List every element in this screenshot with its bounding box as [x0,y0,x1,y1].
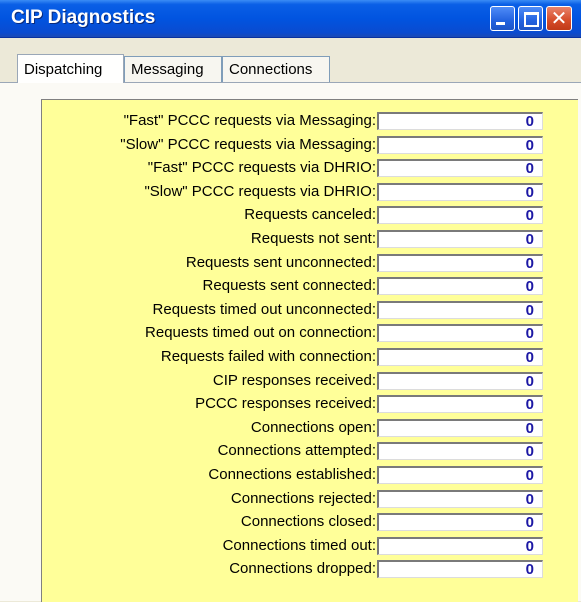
diagnostic-row: Requests timed out unconnected: 0 [42,301,578,319]
diagnostic-row: "Slow" PCCC requests via Messaging: 0 [42,136,578,154]
row-value-field[interactable]: 0 [377,159,543,177]
row-value-field[interactable]: 0 [377,537,543,555]
row-label-wrap: Requests timed out on connection: [42,324,376,342]
tab-label: Dispatching [24,61,103,78]
diagnostic-row: Connections open: 0 [42,419,578,437]
row-label-wrap: "Fast" PCCC requests via Messaging: [42,112,376,130]
row-label-wrap: "Slow" PCCC requests via Messaging: [42,136,376,154]
row-value-field[interactable]: 0 [377,206,543,224]
row-label-wrap: Requests timed out unconnected: [42,301,376,319]
row-label: "Slow" PCCC requests via DHRIO: [144,183,376,200]
row-value-field[interactable]: 0 [377,183,543,201]
row-value-field[interactable]: 0 [377,112,543,130]
diagnostic-row: Connections attempted: 0 [42,442,578,460]
row-label-wrap: Requests sent unconnected: [42,254,376,272]
row-label: CIP responses received: [212,372,376,389]
window-title: CIP Diagnostics [11,7,156,28]
diagnostic-row: Requests sent unconnected: 0 [42,254,578,272]
row-label: Connections attempted: [217,442,376,459]
close-icon: ✕ [550,6,568,30]
row-label: Connections closed: [240,513,376,530]
row-value-field[interactable]: 0 [377,301,543,319]
row-value-field[interactable]: 0 [377,277,543,295]
row-value-field[interactable]: 0 [377,324,543,342]
row-value-field[interactable]: 0 [377,419,543,437]
row-label: Connections open: [250,419,376,436]
row-label: Connections rejected: [230,490,376,507]
row-value-field[interactable]: 0 [377,513,543,531]
row-label-wrap: "Slow" PCCC requests via DHRIO: [42,183,376,201]
tab-connections[interactable]: Connections [222,56,330,82]
row-label: PCCC responses received: [195,395,376,412]
row-value-field[interactable]: 0 [377,254,543,272]
tab-label: Messaging [131,61,204,78]
row-label: Requests not sent: [250,230,376,247]
row-label: Connections timed out: [222,537,376,554]
row-value-field[interactable]: 0 [377,372,543,390]
row-value-field[interactable]: 0 [377,230,543,248]
diagnostics-panel: "Fast" PCCC requests via Messaging: 0 "Slo… [41,99,578,602]
row-label: Requests canceled: [244,206,376,223]
row-label-wrap: Connections established: [42,466,376,484]
diagnostic-row: PCCC responses received: 0 [42,395,578,413]
row-label: Requests timed out on connection: [145,324,376,341]
diagnostic-row: "Fast" PCCC requests via DHRIO: 0 [42,159,578,177]
row-label: Connections established: [208,466,376,483]
title-bar[interactable]: CIP Diagnostics ✕ [0,0,581,38]
diagnostic-row: CIP responses received: 0 [42,372,578,390]
row-label: Requests sent unconnected: [185,254,376,271]
diagnostic-row: Requests sent connected: 0 [42,277,578,295]
diagnostic-row: "Fast" PCCC requests via Messaging: 0 [42,112,578,130]
row-value-field[interactable]: 0 [377,490,543,508]
row-label-wrap: Connections open: [42,419,376,437]
row-value-field[interactable]: 0 [377,136,543,154]
diagnostic-row: Connections dropped: 0 [42,560,578,578]
row-label: Requests failed with connection: [160,348,376,365]
tab-panel: "Fast" PCCC requests via Messaging: 0 "Slo… [0,82,581,602]
row-label-wrap: PCCC responses received: [42,395,376,413]
tab-label: Connections [229,61,313,78]
row-label: Connections dropped: [229,560,376,577]
row-value-field[interactable]: 0 [377,348,543,366]
row-label-wrap: CIP responses received: [42,372,376,390]
diagnostic-row: Requests timed out on connection: 0 [42,324,578,342]
row-label-wrap: "Fast" PCCC requests via DHRIO: [42,159,376,177]
diagnostic-row: "Slow" PCCC requests via DHRIO: 0 [42,183,578,201]
row-label-wrap: Requests failed with connection: [42,348,376,366]
diagnostic-row: Connections timed out: 0 [42,537,578,555]
row-value-field[interactable]: 0 [377,560,543,578]
row-label-wrap: Connections dropped: [42,560,376,578]
row-label-wrap: Connections closed: [42,513,376,531]
row-label-wrap: Connections attempted: [42,442,376,460]
row-label-wrap: Requests canceled: [42,206,376,224]
diagnostic-row: Connections established: 0 [42,466,578,484]
tab-dispatching[interactable]: Dispatching [17,54,124,83]
row-label: Requests timed out unconnected: [152,301,376,318]
diagnostic-row: Requests not sent: 0 [42,230,578,248]
row-label: "Fast" PCCC requests via Messaging: [123,112,376,129]
minimize-button[interactable] [490,6,515,31]
diagnostic-row: Connections rejected: 0 [42,490,578,508]
diagnostic-row: Requests failed with connection: 0 [42,348,578,366]
row-label: "Slow" PCCC requests via Messaging: [120,136,376,153]
row-label-wrap: Requests not sent: [42,230,376,248]
row-label-wrap: Connections rejected: [42,490,376,508]
row-value-field[interactable]: 0 [377,466,543,484]
diagnostic-row: Connections closed: 0 [42,513,578,531]
row-value-field[interactable]: 0 [377,395,543,413]
row-label-wrap: Connections timed out: [42,537,376,555]
row-label-wrap: Requests sent connected: [42,277,376,295]
tab-messaging[interactable]: Messaging [124,56,222,82]
row-value-field[interactable]: 0 [377,442,543,460]
diagnostic-row: Requests canceled: 0 [42,206,578,224]
close-button[interactable]: ✕ [546,6,572,31]
maximize-button[interactable] [518,6,543,31]
row-label: Requests sent connected: [202,277,376,294]
row-label: "Fast" PCCC requests via DHRIO: [147,159,376,176]
